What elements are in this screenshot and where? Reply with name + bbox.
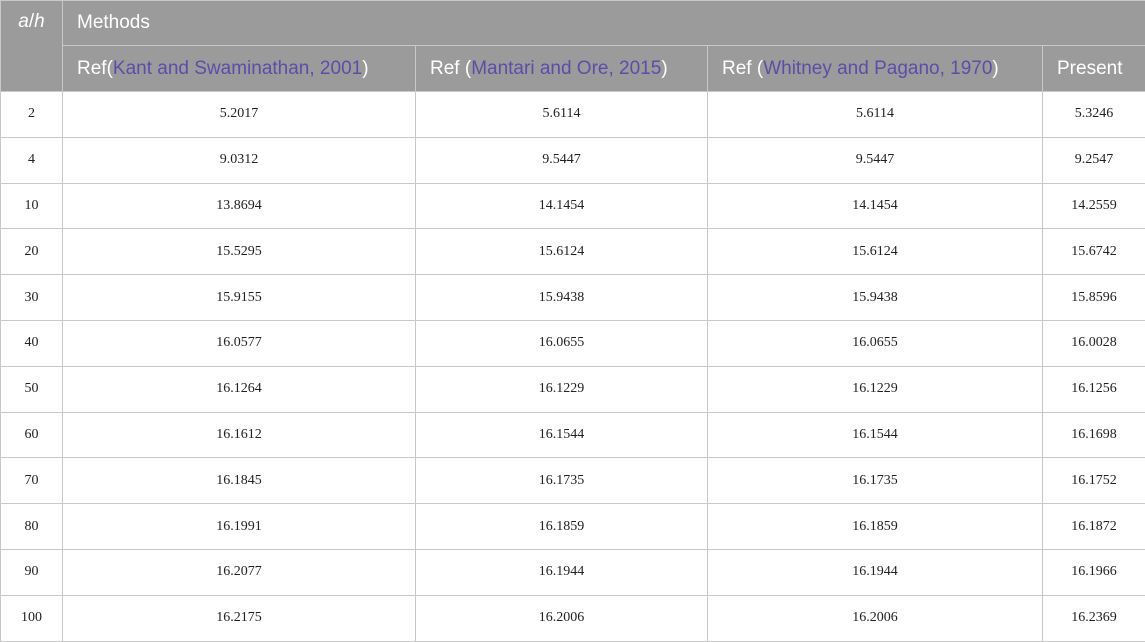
present-value-cell: 16.1698 <box>1043 412 1145 458</box>
table-row: 7016.184516.173516.173516.1752 <box>1 458 1145 504</box>
ref-suffix: ) <box>661 58 667 79</box>
table-row: 2015.529515.612415.612415.6742 <box>1 229 1145 275</box>
ah-cell: 2 <box>1 92 63 138</box>
table-row: 6016.161216.154416.154416.1698 <box>1 412 1145 458</box>
table-row: 4016.057716.065516.065516.0028 <box>1 320 1145 366</box>
kant-value-cell: 16.2175 <box>63 595 416 641</box>
present-value-cell: 16.1872 <box>1043 504 1145 550</box>
whitney-value-cell: 16.1944 <box>708 549 1043 595</box>
present-value-cell: 14.2559 <box>1043 183 1145 229</box>
whitney-value-cell: 9.5447 <box>708 137 1043 183</box>
whitney-value-cell: 14.1454 <box>708 183 1043 229</box>
kant-value-cell: 5.2017 <box>63 92 416 138</box>
ref-suffix: ) <box>362 58 368 79</box>
kant-value-cell: 16.2077 <box>63 549 416 595</box>
present-value-cell: 16.1256 <box>1043 366 1145 412</box>
kant-value-cell: 16.1612 <box>63 412 416 458</box>
mantari-value-cell: 5.6114 <box>416 92 708 138</box>
mantari-value-cell: 16.1944 <box>416 549 708 595</box>
citation-link-kant[interactable]: Kant and Swaminathan, 2001 <box>113 58 362 79</box>
ah-cell: 40 <box>1 320 63 366</box>
table-row: 5016.126416.122916.122916.1256 <box>1 366 1145 412</box>
whitney-value-cell: 5.6114 <box>708 92 1043 138</box>
ah-var-a: a <box>18 11 29 32</box>
table-row: 49.03129.54479.54479.2547 <box>1 137 1145 183</box>
ah-cell: 10 <box>1 183 63 229</box>
kant-value-cell: 13.8694 <box>63 183 416 229</box>
table-row: 8016.199116.185916.185916.1872 <box>1 504 1145 550</box>
methods-header: Methods <box>63 1 1145 46</box>
ref-prefix: Ref ( <box>722 58 763 79</box>
column-header-present: Present <box>1043 46 1145 92</box>
table-header: a/h Methods Ref(Kant and Swaminathan, 20… <box>1 1 1145 92</box>
results-table: a/h Methods Ref(Kant and Swaminathan, 20… <box>0 0 1145 642</box>
mantari-value-cell: 14.1454 <box>416 183 708 229</box>
present-value-cell: 16.1966 <box>1043 549 1145 595</box>
kant-value-cell: 9.0312 <box>63 137 416 183</box>
mantari-value-cell: 15.6124 <box>416 229 708 275</box>
mantari-value-cell: 16.1544 <box>416 412 708 458</box>
ah-column-header: a/h <box>1 1 63 92</box>
kant-value-cell: 16.1264 <box>63 366 416 412</box>
present-value-cell: 15.8596 <box>1043 275 1145 321</box>
present-value-cell: 16.0028 <box>1043 320 1145 366</box>
present-value-cell: 15.6742 <box>1043 229 1145 275</box>
mantari-value-cell: 16.1859 <box>416 504 708 550</box>
column-header-whitney: Ref (Whitney and Pagano, 1970) <box>708 46 1043 92</box>
column-header-mantari: Ref (Mantari and Ore, 2015) <box>416 46 708 92</box>
mantari-value-cell: 16.0655 <box>416 320 708 366</box>
column-header-kant: Ref(Kant and Swaminathan, 2001) <box>63 46 416 92</box>
ah-cell: 90 <box>1 549 63 595</box>
kant-value-cell: 16.0577 <box>63 320 416 366</box>
ah-cell: 100 <box>1 595 63 641</box>
ref-prefix: Ref( <box>77 58 113 79</box>
whitney-value-cell: 16.1859 <box>708 504 1043 550</box>
present-value-cell: 16.2369 <box>1043 595 1145 641</box>
ref-prefix: Ref ( <box>430 58 471 79</box>
table-row: 9016.207716.194416.194416.1966 <box>1 549 1145 595</box>
table-row: 10016.217516.200616.200616.2369 <box>1 595 1145 641</box>
ah-cell: 70 <box>1 458 63 504</box>
whitney-value-cell: 15.9438 <box>708 275 1043 321</box>
kant-value-cell: 15.5295 <box>63 229 416 275</box>
ref-suffix: ) <box>992 58 998 79</box>
table-row: 1013.869414.145414.145414.2559 <box>1 183 1145 229</box>
mantari-value-cell: 16.2006 <box>416 595 708 641</box>
whitney-value-cell: 16.0655 <box>708 320 1043 366</box>
table-body: 25.20175.61145.61145.324649.03129.54479.… <box>1 92 1145 642</box>
kant-value-cell: 15.9155 <box>63 275 416 321</box>
ah-cell: 30 <box>1 275 63 321</box>
whitney-value-cell: 15.6124 <box>708 229 1043 275</box>
whitney-value-cell: 16.1229 <box>708 366 1043 412</box>
kant-value-cell: 16.1991 <box>63 504 416 550</box>
table-row: 3015.915515.943815.943815.8596 <box>1 275 1145 321</box>
ah-cell: 80 <box>1 504 63 550</box>
mantari-value-cell: 15.9438 <box>416 275 708 321</box>
whitney-value-cell: 16.1735 <box>708 458 1043 504</box>
whitney-value-cell: 16.1544 <box>708 412 1043 458</box>
present-value-cell: 16.1752 <box>1043 458 1145 504</box>
citation-link-whitney[interactable]: Whitney and Pagano, 1970 <box>763 58 992 79</box>
ah-cell: 50 <box>1 366 63 412</box>
ah-cell: 60 <box>1 412 63 458</box>
ah-cell: 4 <box>1 137 63 183</box>
kant-value-cell: 16.1845 <box>63 458 416 504</box>
ah-cell: 20 <box>1 229 63 275</box>
whitney-value-cell: 16.2006 <box>708 595 1043 641</box>
present-label: Present <box>1057 58 1122 79</box>
present-value-cell: 5.3246 <box>1043 92 1145 138</box>
ah-var-h: h <box>34 11 45 32</box>
table-row: 25.20175.61145.61145.3246 <box>1 92 1145 138</box>
present-value-cell: 9.2547 <box>1043 137 1145 183</box>
citation-link-mantari[interactable]: Mantari and Ore, 2015 <box>471 58 661 79</box>
mantari-value-cell: 9.5447 <box>416 137 708 183</box>
mantari-value-cell: 16.1229 <box>416 366 708 412</box>
mantari-value-cell: 16.1735 <box>416 458 708 504</box>
